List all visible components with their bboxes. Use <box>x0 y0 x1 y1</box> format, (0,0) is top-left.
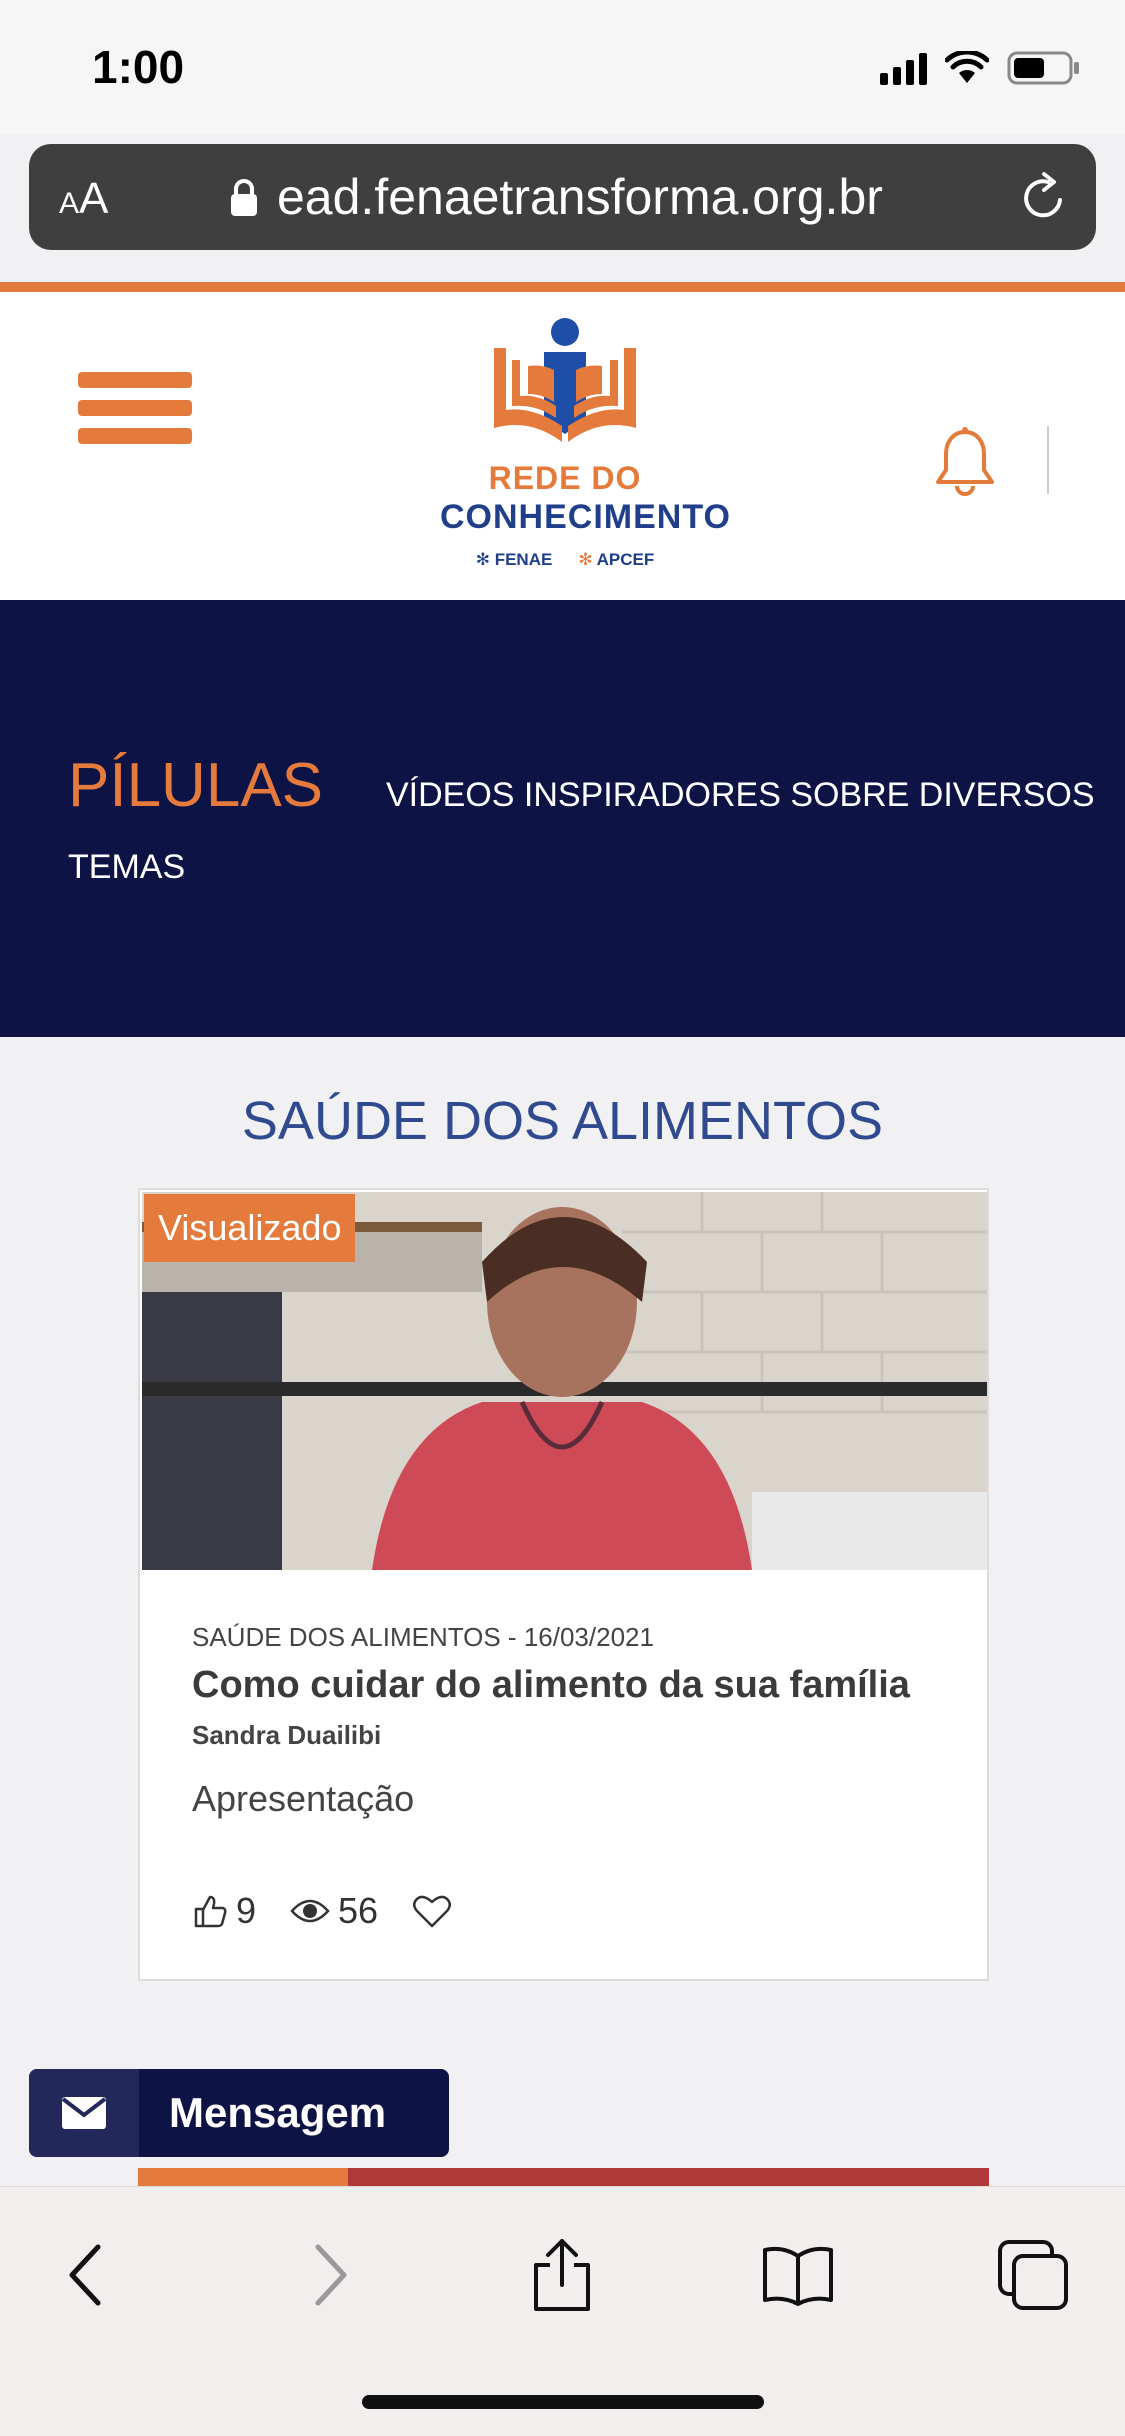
url-field[interactable]: ead.fenaetransforma.org.br <box>229 168 883 226</box>
tabs-icon <box>998 2240 1068 2310</box>
views-count: 56 <box>338 1890 379 1931</box>
back-icon <box>69 2244 101 2306</box>
bell-icon[interactable] <box>934 426 996 496</box>
site-header: REDE DO CONHECIMENTO ✻ FENAE ✻ APCEF <box>0 292 1125 600</box>
back-button[interactable] <box>46 2235 126 2315</box>
hero-banner: PÍLULAS VÍDEOS INSPIRADORES SOBRE DIVERS… <box>0 600 1125 1037</box>
eye-icon <box>290 1899 330 1923</box>
logo-partners: ✻ FENAE ✻ APCEF <box>440 550 690 570</box>
forward-button[interactable] <box>290 2235 370 2315</box>
partner-fenae: ✻ FENAE <box>475 550 553 569</box>
status-icons <box>880 48 1081 88</box>
rede-do-conhecimento-logo[interactable]: REDE DO CONHECIMENTO ✻ FENAE ✻ APCEF <box>440 310 731 580</box>
book-logo-icon <box>494 318 636 442</box>
envelope-icon <box>61 2097 107 2129</box>
section-title: SAÚDE DOS ALIMENTOS <box>241 1091 884 1151</box>
hero-subtitle-line2: TEMAS <box>68 848 186 886</box>
forward-icon <box>315 2244 347 2306</box>
video-card[interactable]: Visualizado SAÚDE DOS ALIMENTOS - 16/03/… <box>138 1188 989 1981</box>
card-meta: SAÚDE DOS ALIMENTOS - 16/03/2021 <box>192 1622 654 1652</box>
url-bar[interactable]: AA ead.fenaetransforma.org.br <box>29 144 1096 250</box>
like-icon[interactable] <box>192 1893 228 1929</box>
like-stat[interactable]: 9 <box>192 1890 256 1932</box>
card-title[interactable]: Como cuidar do alimento da sua família <box>192 1664 910 1707</box>
message-button-label: Mensagem <box>169 2089 387 2136</box>
header-divider <box>1047 426 1049 494</box>
bookmarks-button[interactable] <box>758 2235 838 2315</box>
status-time: 1:00 <box>92 41 185 93</box>
cellular-signal-icon <box>880 51 927 85</box>
share-button[interactable] <box>522 2235 602 2315</box>
share-icon <box>534 2239 590 2311</box>
hero-subtitle-line1: VÍDEOS INSPIRADORES SOBRE DIVERSOS <box>386 776 1095 814</box>
card-author: Sandra Duailibi <box>192 1720 382 1750</box>
viewed-badge: Visualizado <box>144 1194 356 1262</box>
bookmarks-icon <box>763 2246 833 2306</box>
tabs-button[interactable] <box>994 2235 1074 2315</box>
views-stat: 56 <box>290 1890 378 1932</box>
partner-apcef: ✻ APCEF <box>578 550 655 569</box>
likes-count: 9 <box>236 1890 257 1931</box>
heart-icon[interactable] <box>412 1893 452 1929</box>
hamburger-icon[interactable] <box>78 372 192 444</box>
status-bar: 1:00 <box>0 0 1125 135</box>
logo-line2: CONHECIMENTO <box>440 498 731 536</box>
message-button[interactable]: Mensagem <box>29 2069 449 2157</box>
reload-icon[interactable] <box>1018 170 1070 224</box>
wifi-icon <box>945 51 989 83</box>
lock-icon <box>231 179 257 216</box>
card-stats: 9 56 <box>192 1890 452 1932</box>
card-description: Apresentação <box>192 1778 415 1819</box>
video-thumbnail[interactable]: Visualizado <box>142 1192 987 1570</box>
battery-icon <box>1007 51 1079 85</box>
logo-line1: REDE DO <box>488 460 642 496</box>
url-text: ead.fenaetransforma.org.br <box>277 169 883 225</box>
envelope-icon-box <box>29 2069 139 2157</box>
header-accent-line <box>0 282 1125 292</box>
hero-title: PÍLULAS <box>68 751 324 820</box>
home-indicator <box>362 2395 764 2409</box>
text-size-button[interactable]: AA <box>59 174 108 224</box>
